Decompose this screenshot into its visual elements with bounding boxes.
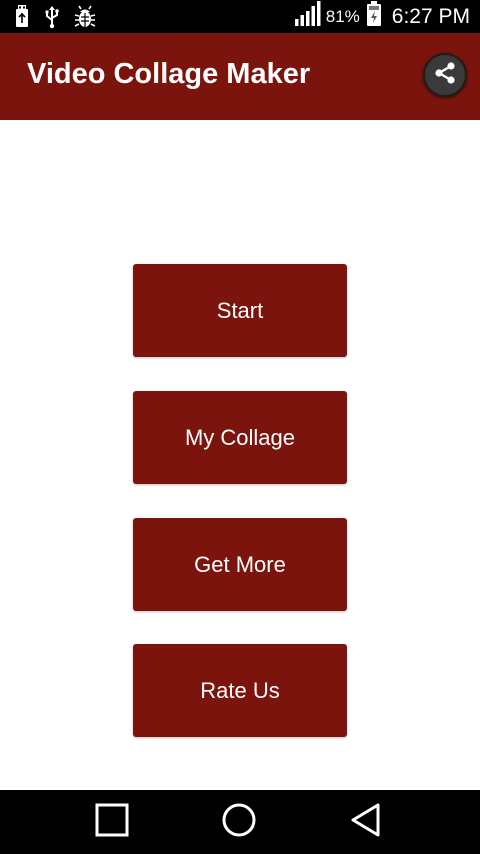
usb-storage-icon (14, 5, 30, 29)
usb-icon (44, 5, 60, 29)
signal-icon (294, 0, 322, 33)
home-button[interactable] (219, 802, 259, 842)
screen: 81% 6:27 PM Video Collage Maker Start My… (0, 0, 480, 854)
app-title: Video Collage Maker (27, 58, 311, 90)
app-bar: Video Collage Maker (0, 33, 480, 120)
back-icon (349, 802, 383, 843)
clock: 6:27 PM (391, 4, 470, 28)
rate-us-button[interactable]: Rate Us (133, 644, 347, 737)
share-icon (432, 60, 458, 91)
battery-percent: 81% (325, 6, 360, 26)
system-status: 81% 6:27 PM (294, 0, 470, 33)
share-button[interactable] (423, 53, 467, 97)
back-button[interactable] (346, 802, 386, 842)
bug-icon (74, 5, 96, 29)
recent-apps-icon (95, 803, 129, 842)
start-button[interactable]: Start (133, 264, 347, 357)
battery-icon (366, 0, 382, 33)
navigation-bar (0, 790, 480, 854)
notification-icons (14, 4, 96, 30)
my-collage-button[interactable]: My Collage (133, 391, 347, 484)
get-more-button[interactable]: Get More (133, 518, 347, 611)
status-bar: 81% 6:27 PM (0, 0, 480, 33)
home-icon (221, 802, 257, 843)
recent-apps-button[interactable] (92, 802, 132, 842)
